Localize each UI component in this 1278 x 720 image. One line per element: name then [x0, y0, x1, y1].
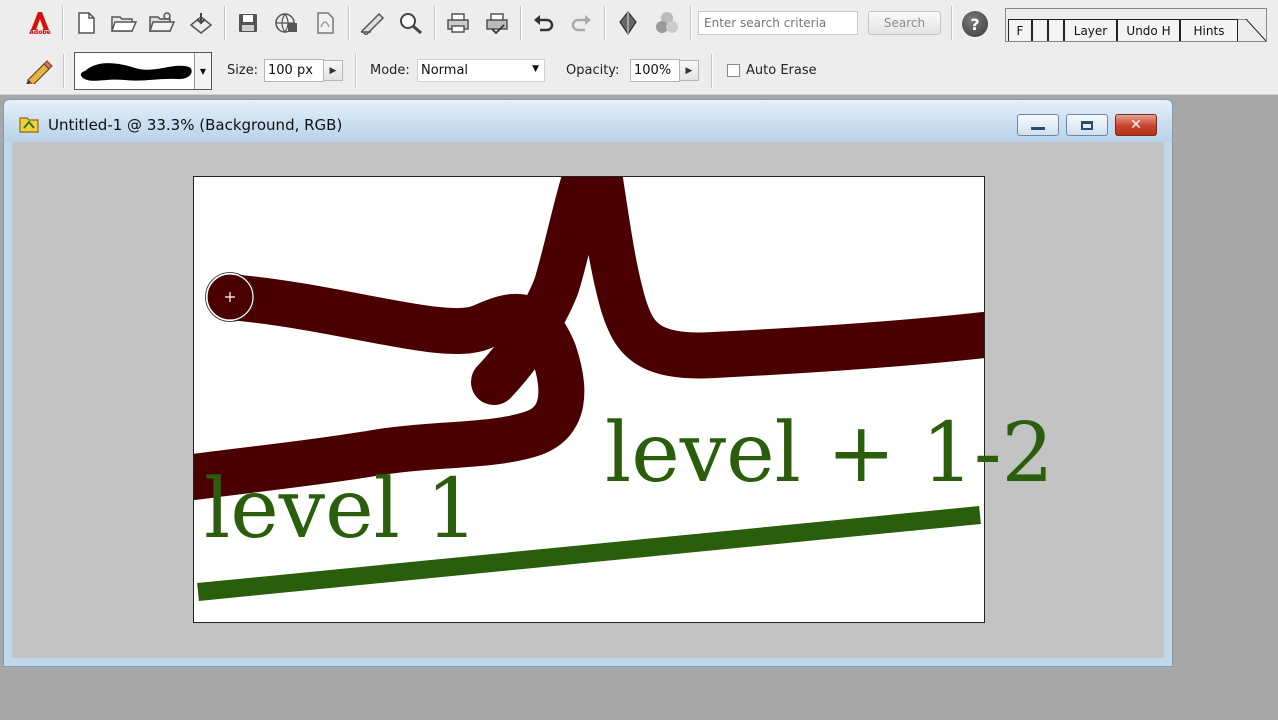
main-toolbar: Adobe Enter search criteria Search ? F L… [0, 0, 1278, 49]
palette-tab-layer[interactable]: Layer [1064, 19, 1117, 41]
save-for-web-icon[interactable] [271, 8, 301, 38]
restore-button[interactable] [1066, 114, 1108, 136]
pencil-icon[interactable] [24, 58, 54, 88]
toolbar-separator [604, 6, 606, 40]
document-title-bar[interactable]: Untitled-1 @ 33.3% (Background, RGB) ✕ [4, 100, 1172, 142]
restore-icon [1081, 120, 1093, 130]
minimize-icon [1031, 126, 1045, 130]
print-icon[interactable] [443, 8, 473, 38]
mode-label: Mode: [370, 63, 410, 78]
canvas-text-level-1-2: level + 1-2 [605, 406, 1054, 501]
close-icon: ✕ [1130, 117, 1142, 133]
toolbar-separator [690, 6, 692, 40]
palette-tab[interactable] [1048, 19, 1064, 41]
toolbar-separator [62, 6, 64, 40]
open-file-icon[interactable] [109, 8, 139, 38]
options-bar: ▼ Size: 100 px ▶ Mode: Normal ▼ Opacity:… [0, 48, 1278, 95]
options-separator [711, 54, 713, 88]
import-icon[interactable] [186, 8, 216, 38]
minimize-button[interactable] [1017, 114, 1059, 136]
palette-tab[interactable]: F [1008, 19, 1032, 41]
edit-icon[interactable] [357, 8, 387, 38]
zoom-icon[interactable] [396, 8, 426, 38]
undo-icon[interactable] [529, 8, 559, 38]
adobe-label: Adobe [29, 28, 51, 36]
toolbar-separator [348, 6, 350, 40]
search-button[interactable]: Search [868, 11, 941, 35]
brush-preview [80, 63, 192, 81]
save-icon[interactable] [233, 8, 263, 38]
chevron-down-icon[interactable]: ▼ [194, 53, 211, 89]
chevron-down-icon: ▼ [532, 64, 539, 74]
toolbar-separator [951, 6, 953, 40]
opacity-slider-arrow-icon[interactable]: ▶ [679, 60, 699, 81]
close-button[interactable]: ✕ [1115, 114, 1157, 136]
search-input[interactable] [698, 11, 858, 35]
redo-icon[interactable] [566, 8, 596, 38]
adobe-logo-icon[interactable]: Adobe [25, 8, 55, 38]
fill-icon[interactable] [613, 8, 643, 38]
toolbar-separator [434, 6, 436, 40]
help-icon[interactable]: ? [962, 11, 988, 37]
auto-erase-label: Auto Erase [746, 63, 817, 78]
opacity-input[interactable]: 100% [630, 59, 680, 82]
mode-select[interactable]: Normal ▼ [417, 59, 545, 82]
document-workspace: level 1 level + 1-2 [12, 142, 1164, 658]
document-title: Untitled-1 @ 33.3% (Background, RGB) [48, 116, 343, 134]
new-file-icon[interactable] [71, 8, 101, 38]
color-icon[interactable] [652, 8, 682, 38]
size-slider-arrow-icon[interactable]: ▶ [323, 60, 343, 81]
palette-well: F Layer Undo H Hints [1005, 8, 1267, 42]
toolbar-separator [224, 6, 226, 40]
size-label: Size: [227, 63, 259, 78]
export-pdf-icon[interactable] [310, 8, 340, 38]
opacity-label: Opacity: [566, 63, 620, 78]
document-icon [18, 114, 40, 138]
options-separator [355, 54, 357, 88]
canvas-text-level-1: level 1 [204, 462, 479, 557]
palette-well-edge [1238, 19, 1266, 41]
palette-tab[interactable] [1032, 19, 1048, 41]
document-window: Untitled-1 @ 33.3% (Background, RGB) ✕ l… [3, 99, 1173, 667]
mode-value: Normal [421, 63, 469, 78]
brush-picker[interactable]: ▼ [74, 52, 212, 90]
toolbar-separator [520, 6, 522, 40]
options-separator [63, 54, 65, 88]
palette-tab-hints[interactable]: Hints [1180, 19, 1238, 41]
size-input[interactable]: 100 px [264, 59, 324, 82]
browse-icon[interactable] [147, 8, 177, 38]
print-options-icon[interactable] [482, 8, 512, 38]
palette-tab-undo-history[interactable]: Undo H [1117, 19, 1180, 41]
drawing-canvas[interactable]: level 1 level + 1-2 [193, 176, 1054, 623]
auto-erase-checkbox[interactable] [727, 64, 740, 77]
